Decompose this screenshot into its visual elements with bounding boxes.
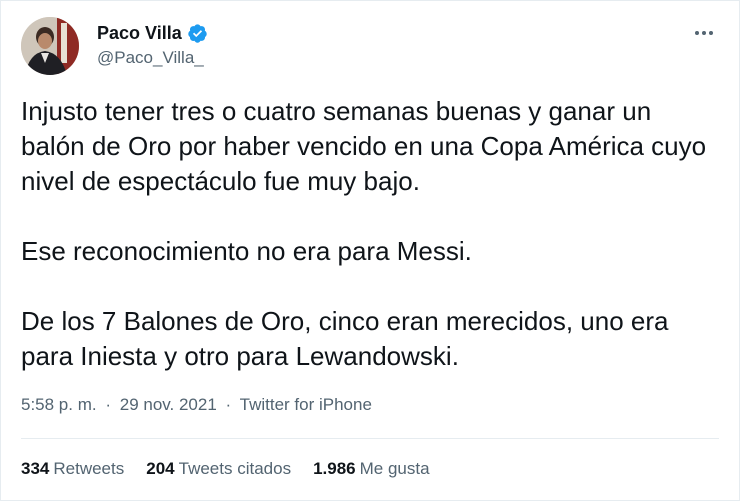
tweet-paragraph: De los 7 Balones de Oro, cinco eran mere… <box>21 306 676 371</box>
quote-tweets-label: Tweets citados <box>178 459 292 478</box>
tweet-paragraph: Injusto tener tres o cuatro semanas buen… <box>21 96 714 196</box>
tweet-text: Injusto tener tres o cuatro semanas buen… <box>21 94 721 374</box>
avatar-image <box>21 17 79 75</box>
likes-count: 1.986 <box>313 459 356 478</box>
verified-badge-icon <box>187 23 208 44</box>
tweet-source[interactable]: Twitter for iPhone <box>240 395 372 414</box>
more-options-icon[interactable] <box>691 23 717 43</box>
likes-stat[interactable]: 1.986 Me gusta <box>313 459 429 479</box>
avatar[interactable] <box>21 17 79 75</box>
tweet-time[interactable]: 5:58 p. m. <box>21 395 97 414</box>
tweet-meta: 5:58 p. m. · 29 nov. 2021 · Twitter for … <box>21 395 372 415</box>
retweets-count: 334 <box>21 459 50 478</box>
tweet-stats: 334 Retweets 204 Tweets citados 1.986 Me gu… <box>21 459 430 479</box>
display-name-row: Paco Villa <box>97 22 208 44</box>
display-name[interactable]: Paco Villa <box>97 23 182 44</box>
author-handle[interactable]: @Paco_Villa_ <box>97 48 208 68</box>
dot <box>695 31 699 35</box>
divider <box>21 438 719 439</box>
meta-separator: · <box>225 395 232 414</box>
quote-tweets-stat[interactable]: 204 Tweets citados <box>146 459 291 479</box>
retweets-label: Retweets <box>53 459 125 478</box>
likes-label: Me gusta <box>359 459 430 478</box>
quote-tweets-count: 204 <box>146 459 175 478</box>
retweets-stat[interactable]: 334 Retweets <box>21 459 124 479</box>
dot <box>709 31 713 35</box>
tweet-header: Paco Villa @Paco_Villa_ <box>21 17 719 79</box>
meta-separator: · <box>105 395 112 414</box>
dot <box>702 31 706 35</box>
tweet-paragraph: Ese reconocimiento no era para Messi. <box>21 236 472 266</box>
tweet-card: Paco Villa @Paco_Villa_ Injusto tener tr… <box>0 0 740 501</box>
tweet-date[interactable]: 29 nov. 2021 <box>120 395 217 414</box>
author-names: Paco Villa @Paco_Villa_ <box>97 22 208 68</box>
